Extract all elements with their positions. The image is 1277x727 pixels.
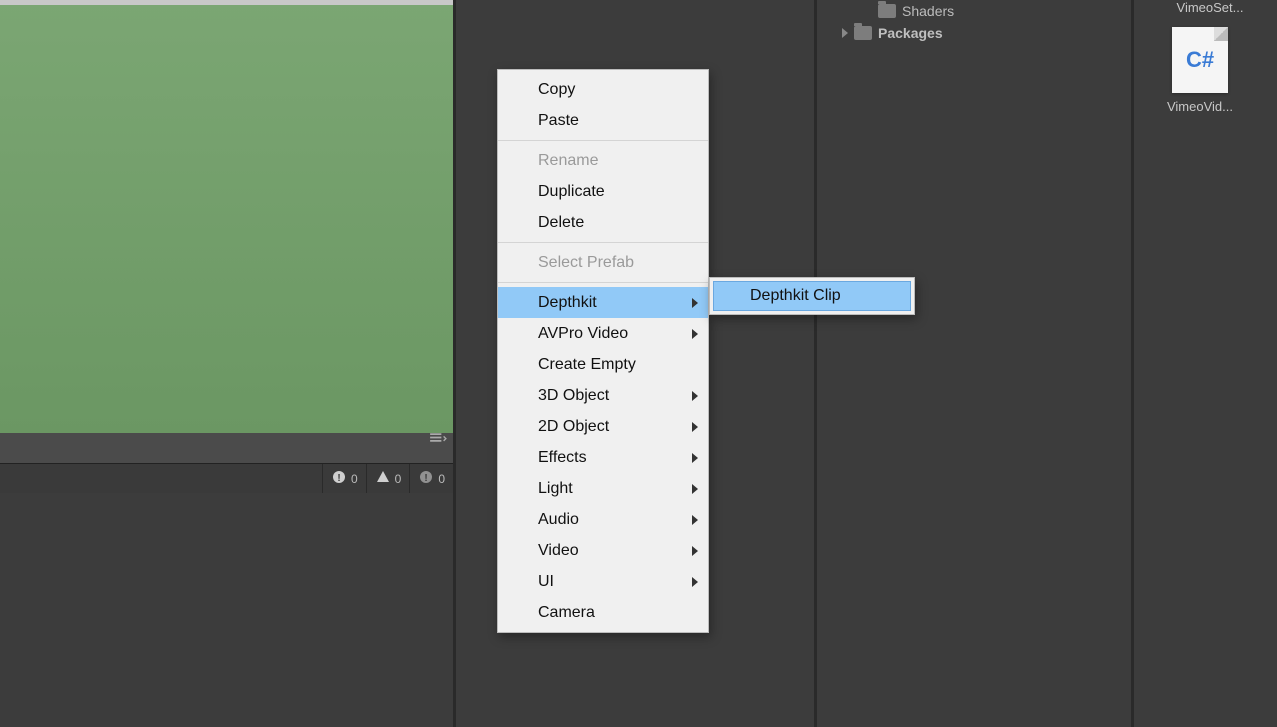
menu-item-label: Light <box>538 480 573 498</box>
scene-viewport[interactable] <box>0 0 453 433</box>
menu-item-label: 2D Object <box>538 418 609 436</box>
svg-text:!: ! <box>337 473 340 484</box>
menu-item-duplicate[interactable]: Duplicate <box>498 176 708 207</box>
console-warn-count: 0 <box>395 472 402 486</box>
menu-item-video[interactable]: Video <box>498 535 708 566</box>
menu-item-ui[interactable]: UI <box>498 566 708 597</box>
menu-item-label: Video <box>538 542 579 560</box>
menu-item-label: Effects <box>538 449 587 467</box>
menu-item-label: Create Empty <box>538 356 636 374</box>
csharp-script-icon: C# <box>1172 27 1228 93</box>
folder-icon <box>878 4 896 18</box>
menu-item-label: Depthkit Clip <box>750 287 841 305</box>
context-submenu-depthkit: Depthkit Clip <box>709 277 915 315</box>
menu-item-label: Select Prefab <box>538 254 634 272</box>
menu-item-light[interactable]: Light <box>498 473 708 504</box>
menu-item-label: 3D Object <box>538 387 609 405</box>
folder-icon <box>854 26 872 40</box>
menu-item-audio[interactable]: Audio <box>498 504 708 535</box>
menu-item-label: Rename <box>538 152 598 170</box>
menu-item-effects[interactable]: Effects <box>498 442 708 473</box>
chevron-right-icon <box>692 546 698 556</box>
menu-item-camera[interactable]: Camera <box>498 597 708 628</box>
menu-item-label: Audio <box>538 511 579 529</box>
asset-item-script[interactable]: C# VimeoVid... <box>1150 27 1250 114</box>
menu-item-delete[interactable]: Delete <box>498 207 708 238</box>
tree-item-label: Shaders <box>902 3 954 19</box>
menu-item-label: Duplicate <box>538 183 605 201</box>
menu-item-label: Camera <box>538 604 595 622</box>
csharp-glyph: C# <box>1186 47 1214 73</box>
panel-divider[interactable] <box>1131 0 1134 727</box>
menu-separator <box>498 242 708 243</box>
panel-divider[interactable] <box>814 0 817 727</box>
console-info-count: 0 <box>351 472 358 486</box>
menu-item-paste[interactable]: Paste <box>498 105 708 136</box>
menu-item-2d-object[interactable]: 2D Object <box>498 411 708 442</box>
chevron-right-icon <box>842 28 848 38</box>
menu-item-rename: Rename <box>498 145 708 176</box>
menu-item-label: Paste <box>538 112 579 130</box>
menu-item-select-prefab: Select Prefab <box>498 247 708 278</box>
menu-item-label: Delete <box>538 214 584 232</box>
tree-item-shaders[interactable]: Shaders <box>830 0 1120 22</box>
menu-item-label: UI <box>538 573 554 591</box>
project-files-grid: VimeoSet... C# VimeoVid... <box>1150 0 1270 130</box>
console-toolbar <box>0 433 453 465</box>
menu-item-create-empty[interactable]: Create Empty <box>498 349 708 380</box>
menu-separator <box>498 282 708 283</box>
menu-separator <box>498 140 708 141</box>
error-icon: ! <box>418 469 434 488</box>
asset-label[interactable]: VimeoSet... <box>1163 0 1258 15</box>
warning-icon <box>375 469 391 488</box>
svg-text:!: ! <box>425 473 428 484</box>
panel-options-icon[interactable] <box>429 433 447 443</box>
menu-item-avpro-video[interactable]: AVPro Video <box>498 318 708 349</box>
chevron-right-icon <box>692 329 698 339</box>
chevron-right-icon <box>692 577 698 587</box>
chevron-right-icon <box>692 422 698 432</box>
console-info-toggle[interactable]: ! 0 <box>322 464 366 493</box>
panel-divider[interactable] <box>453 0 456 727</box>
console-error-toggle[interactable]: ! 0 <box>409 464 453 493</box>
info-icon: ! <box>331 469 347 488</box>
chevron-right-icon <box>692 515 698 525</box>
menu-item-label: AVPro Video <box>538 325 628 343</box>
chevron-right-icon <box>692 484 698 494</box>
menu-item-copy[interactable]: Copy <box>498 74 708 105</box>
scene-tab-bar <box>0 0 453 5</box>
menu-item-3d-object[interactable]: 3D Object <box>498 380 708 411</box>
menu-item-depthkit[interactable]: Depthkit <box>498 287 708 318</box>
menu-item-label: Copy <box>538 81 575 99</box>
asset-label: VimeoVid... <box>1167 99 1233 114</box>
tree-item-packages[interactable]: Packages <box>830 22 1120 44</box>
console-status-bar: ! 0 0 ! 0 <box>0 463 453 493</box>
console-warn-toggle[interactable]: 0 <box>366 464 410 493</box>
project-tree: Shaders Packages <box>830 0 1120 44</box>
tree-item-label: Packages <box>878 25 943 41</box>
chevron-right-icon <box>692 391 698 401</box>
console-error-count: 0 <box>438 472 445 486</box>
context-menu: Copy Paste Rename Duplicate Delete Selec… <box>497 69 709 633</box>
menu-item-depthkit-clip[interactable]: Depthkit Clip <box>713 281 911 311</box>
chevron-right-icon <box>692 298 698 308</box>
menu-item-label: Depthkit <box>538 294 597 312</box>
chevron-right-icon <box>692 453 698 463</box>
